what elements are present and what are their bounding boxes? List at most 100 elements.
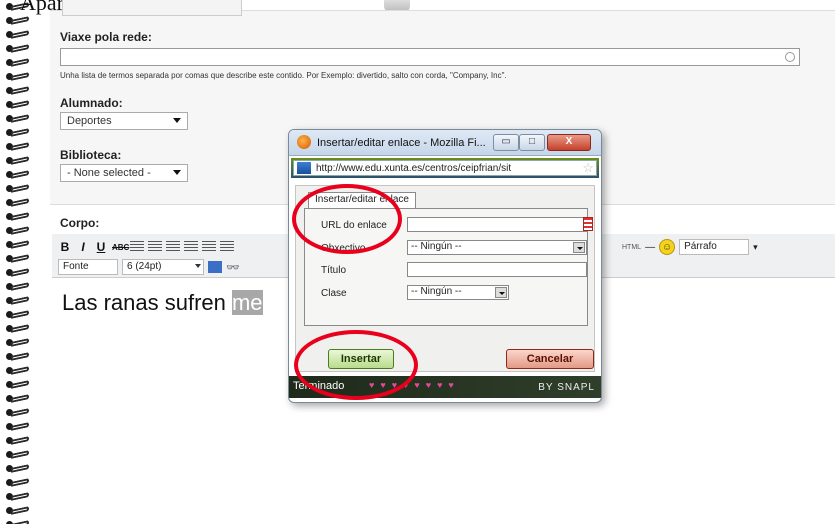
minimize-button[interactable]: ▭ [493,134,519,151]
spiral-wire [11,30,29,39]
spiral-coil [6,324,30,334]
strikethrough-button[interactable]: ABC [112,243,129,252]
spiral-wire [11,156,29,165]
image-icon[interactable] [208,261,222,273]
spiral-coil [6,422,30,432]
alumnado-select[interactable]: Deportes [60,112,188,130]
viaxe-input[interactable] [60,48,800,66]
spiral-coil [6,184,30,194]
viaxe-hint: Unha lista de termos separada por comas … [60,71,507,80]
spiral-wire [11,142,29,151]
spiral-wire [11,338,29,347]
align-center-icon[interactable] [148,241,162,253]
biblioteca-select[interactable]: - None selected - [60,164,188,182]
font-select[interactable]: Fonte [58,259,118,275]
bold-button[interactable]: B [58,240,72,254]
title-input[interactable] [407,262,587,277]
spiral-wire [11,492,29,501]
paragraph-select[interactable]: Párrafo [679,239,750,255]
spiral-wire [11,352,29,361]
spiral-coil [6,380,30,390]
toolbar-row-right: HTML — ☺ Párrafo ▾ [622,237,758,257]
editor-text-selected: me [231,290,263,315]
editor-text-plain: Las ranas sufren [62,290,232,315]
spiral-wire [11,240,29,249]
spiral-wire [11,422,29,431]
spiral-coil [6,86,30,96]
spiral-coil [6,142,30,152]
autocomplete-icon [785,52,795,62]
italic-button[interactable]: I [76,240,90,254]
spiral-wire [11,506,29,515]
bullet-list-icon[interactable] [202,241,216,253]
spiral-coil [6,212,30,222]
spiral-wire [11,212,29,221]
class-value: -- Ningún -- [411,286,462,297]
chevron-down-icon [195,264,201,268]
alumnado-label: Alumnado: [60,96,123,110]
window-titlebar: Insertar/editar enlace - Mozilla Fi... ▭… [289,130,601,156]
spiral-coil [6,30,30,40]
separator-dash: — [645,241,656,253]
toolbar-row-font: Fonte 6 (24pt) 👓 [58,257,240,277]
size-select[interactable]: 6 (24pt) [122,259,204,275]
spiral-wire [11,198,29,207]
emoticon-icon[interactable]: ☺ [659,239,676,255]
class-select[interactable]: -- Ningún -- [407,285,509,300]
spiral-wire [11,16,29,25]
spiral-wire [11,128,29,137]
spiral-coil [6,492,30,502]
spiral-wire [11,254,29,263]
underline-button[interactable]: U [94,240,108,254]
spiral-wire [11,282,29,291]
align-left-icon[interactable] [130,241,144,253]
spiral-coil [6,394,30,404]
close-button[interactable]: X [547,134,591,151]
spiral-wire [11,226,29,235]
numbered-list-icon[interactable] [220,241,234,253]
toolbar-row-formatting: B I U ABC [58,237,234,257]
html-button[interactable]: HTML [622,244,641,251]
chevron-down-icon[interactable]: ▾ [753,242,758,253]
spiral-wire [11,366,29,375]
spiral-wire [11,464,29,473]
spiral-coil [6,44,30,54]
window-title: Insertar/editar enlace - Mozilla Fi... [317,137,486,149]
url-bar: http://www.edu.xunta.es/centros/ceipfria… [291,158,599,178]
size-value: 6 (24pt) [127,261,162,272]
url-link-input[interactable] [407,217,587,232]
spiral-coil [6,478,30,488]
browse-link-icon[interactable] [583,217,593,231]
maximize-button[interactable]: □ [519,134,545,151]
spiral-coil [6,16,30,26]
chevron-down-icon [173,118,181,123]
align-justify-icon[interactable] [184,241,198,253]
spiral-coil [6,520,30,524]
target-select[interactable]: -- Ningún -- [407,240,587,255]
title-label: Título [321,265,347,276]
chevron-down-icon [573,242,585,253]
spiral-coil [6,114,30,124]
spiral-coil [6,58,30,68]
chevron-down-icon [495,287,507,298]
bookmark-star-icon[interactable]: ☆ [582,161,594,175]
spiral-coil [6,72,30,82]
biblioteca-value: - None selected - [67,167,151,179]
spiral-coil [6,506,30,516]
align-right-icon[interactable] [166,241,180,253]
spiral-coil [6,100,30,110]
spiral-wire [11,436,29,445]
spiral-coil [6,240,30,250]
find-icon[interactable]: 👓 [226,261,240,274]
spiral-coil [6,310,30,320]
spiral-coil [6,156,30,166]
cancel-button[interactable]: Cancelar [506,349,594,369]
highlight-ring-url [292,184,402,254]
spiral-coil [6,198,30,208]
url-field[interactable]: http://www.edu.xunta.es/centros/ceipfria… [293,160,597,176]
spiral-coil [6,128,30,138]
spiral-wire [11,72,29,81]
spiral-coil [6,352,30,362]
target-value: -- Ningún -- [411,241,462,252]
spiral-wire [11,44,29,53]
